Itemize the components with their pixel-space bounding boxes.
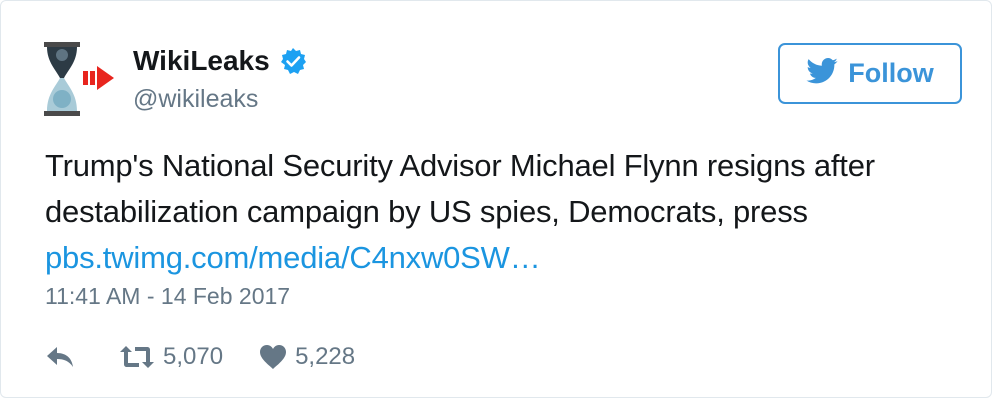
heart-icon bbox=[259, 344, 287, 370]
user-handle[interactable]: @wikileaks bbox=[133, 84, 307, 114]
wikileaks-logo-icon bbox=[44, 42, 114, 116]
twitter-bird-icon bbox=[806, 58, 838, 89]
retweet-count: 5,070 bbox=[163, 343, 224, 370]
name-row: WikiLeaks bbox=[133, 44, 307, 78]
avatar[interactable] bbox=[41, 40, 119, 118]
tweet-text-line: Trump's National Security Advisor Michae… bbox=[45, 148, 875, 183]
user-block: WikiLeaks @wikileaks bbox=[133, 44, 307, 114]
verified-badge-icon bbox=[279, 47, 307, 75]
tweet-media-link[interactable]: pbs.twimg.com/media/C4nxw0SW… bbox=[45, 240, 541, 275]
tweet-text: Trump's National Security Advisor Michae… bbox=[45, 143, 955, 281]
like-button[interactable]: 5,228 bbox=[259, 343, 355, 371]
follow-label: Follow bbox=[848, 58, 934, 88]
tweet-text-line: destabilization campaign by US spies, De… bbox=[45, 194, 808, 229]
tweet-header: WikiLeaks @wikileaks bbox=[41, 41, 307, 117]
like-count: 5,228 bbox=[295, 343, 356, 370]
retweet-icon bbox=[119, 344, 155, 370]
reply-button[interactable] bbox=[45, 345, 75, 369]
reply-icon bbox=[45, 345, 75, 369]
tweet-timestamp[interactable]: 11:41 AM - 14 Feb 2017 bbox=[45, 283, 290, 310]
tweet-card: WikiLeaks @wikileaks Follow Trump's Nati… bbox=[0, 0, 992, 398]
tweet-actions: 5,070 5,228 bbox=[45, 339, 355, 375]
retweet-button[interactable]: 5,070 bbox=[119, 343, 223, 371]
follow-button[interactable]: Follow bbox=[778, 43, 962, 104]
display-name[interactable]: WikiLeaks bbox=[133, 44, 270, 78]
